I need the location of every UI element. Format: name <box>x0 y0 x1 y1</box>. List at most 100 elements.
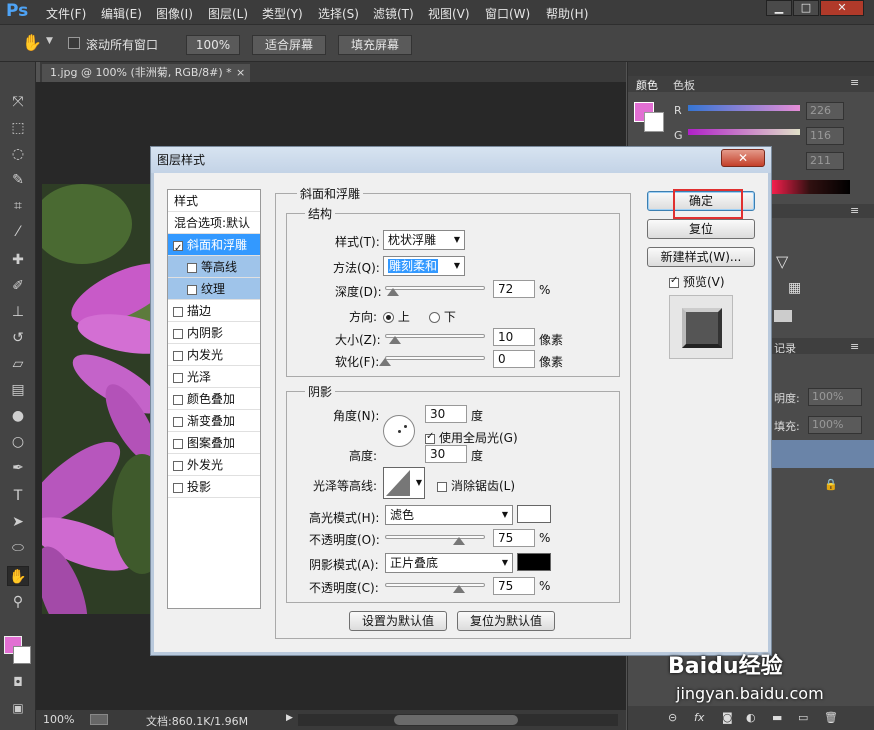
angle-dial[interactable] <box>383 415 415 447</box>
angle-input[interactable]: 30 <box>425 405 467 423</box>
zoom-tool-icon[interactable]: ⚲ <box>7 592 29 612</box>
reset-button[interactable]: 复位 <box>647 219 755 239</box>
menu-window[interactable]: 窗口(W) <box>485 5 530 22</box>
styles-header[interactable]: 样式 <box>168 190 260 212</box>
style-contour[interactable]: 等高线 <box>168 256 260 278</box>
highlight-opacity-thumb[interactable] <box>453 537 465 545</box>
tab-history[interactable]: 记录 <box>774 340 796 356</box>
shape-tool-icon[interactable]: ⬭ <box>7 538 29 558</box>
menu-layer[interactable]: 图层(L) <box>208 5 248 22</box>
technique-select[interactable]: 雕刻柔和 ▼ <box>383 256 465 276</box>
group-icon[interactable]: ▬ <box>772 711 782 724</box>
new-layer-icon[interactable]: ▭ <box>798 711 808 724</box>
set-default-button[interactable]: 设置为默认值 <box>349 611 447 631</box>
style-drop-shadow[interactable]: 投影 <box>168 476 260 498</box>
background-color-swatch[interactable] <box>13 646 31 664</box>
checkbox[interactable] <box>173 394 183 405</box>
shadow-opacity-input[interactable]: 75 <box>493 577 535 595</box>
pen-tool-icon[interactable]: ✒ <box>7 458 29 478</box>
checkbox[interactable] <box>669 275 679 288</box>
soften-slider-thumb[interactable] <box>379 358 391 366</box>
checkbox[interactable] <box>425 431 435 444</box>
menu-type[interactable]: 类型(Y) <box>262 5 303 22</box>
opacity-value[interactable]: 100% <box>808 388 862 406</box>
menu-file[interactable]: 文件(F) <box>46 5 86 22</box>
style-color-overlay[interactable]: 颜色叠加 <box>168 388 260 410</box>
eraser-tool-icon[interactable]: ▱ <box>7 354 29 374</box>
zoom-level[interactable]: 100% <box>43 713 74 726</box>
checkbox[interactable] <box>173 372 183 383</box>
altitude-input[interactable]: 30 <box>425 445 467 463</box>
anti-alias-checkbox[interactable]: 消除锯齿(L) <box>437 477 515 494</box>
highlight-color-swatch[interactable] <box>517 505 551 523</box>
panel-menu-icon[interactable]: ≡ <box>850 76 859 89</box>
status-menu-arrow-icon[interactable]: ▶ <box>286 713 293 723</box>
style-bevel-emboss[interactable]: 斜面和浮雕 <box>168 234 260 260</box>
r-slider[interactable] <box>688 105 800 111</box>
crop-tool-icon[interactable]: ⌗ <box>7 196 29 216</box>
tab-swatches[interactable]: 色板 <box>673 77 695 93</box>
size-input[interactable]: 10 <box>493 328 535 346</box>
scroll-all-checkbox[interactable] <box>68 37 80 49</box>
checkbox[interactable] <box>173 350 183 361</box>
menu-filter[interactable]: 滤镜(T) <box>373 5 414 22</box>
depth-slider-thumb[interactable] <box>387 288 399 296</box>
move-tool-icon[interactable]: ⤧ <box>7 92 29 112</box>
checkbox[interactable] <box>173 238 183 260</box>
g-slider[interactable] <box>688 129 800 135</box>
horizontal-scrollbar[interactable] <box>298 714 618 726</box>
history-brush-icon[interactable]: ↺ <box>7 328 29 348</box>
blur-tool-icon[interactable]: ● <box>7 406 29 426</box>
screen-mode-icon[interactable]: ▣ <box>7 698 29 718</box>
grid-icon[interactable]: ▦ <box>788 280 801 296</box>
preview-checkbox[interactable]: 预览(V) <box>669 273 725 290</box>
tab-color[interactable]: 颜色 <box>636 77 658 93</box>
type-tool-icon[interactable]: T <box>7 486 29 506</box>
checkbox[interactable] <box>173 328 183 339</box>
hand-tool-icon[interactable]: ✋ <box>7 566 29 586</box>
panel-menu-icon-2[interactable]: ≡ <box>850 204 859 217</box>
fill-screen-button[interactable]: 填充屏幕 <box>338 35 412 55</box>
checkbox[interactable] <box>187 284 197 295</box>
menu-edit[interactable]: 编辑(E) <box>101 5 142 22</box>
gloss-contour-picker[interactable]: ▼ <box>383 467 425 499</box>
scrollbar-thumb[interactable] <box>394 715 518 725</box>
color-ramp[interactable] <box>770 180 850 194</box>
menu-select[interactable]: 选择(S) <box>318 5 359 22</box>
shadow-opacity-thumb[interactable] <box>453 585 465 593</box>
quick-select-tool-icon[interactable]: ✎ <box>7 170 29 190</box>
document-tab[interactable]: 1.jpg @ 100% (非洲菊, RGB/8#) * × <box>42 64 250 82</box>
direction-up[interactable]: 上 <box>383 308 410 325</box>
style-gradient-overlay[interactable]: 渐变叠加 <box>168 410 260 432</box>
checkbox[interactable] <box>187 262 197 273</box>
shadow-color-swatch[interactable] <box>517 553 551 571</box>
checkbox[interactable] <box>173 460 183 471</box>
tool-preset-chevron-icon[interactable]: ▼ <box>46 36 53 46</box>
selected-layer-row[interactable] <box>768 440 874 468</box>
mask-icon[interactable]: ◙ <box>722 711 733 724</box>
menu-image[interactable]: 图像(I) <box>156 5 193 22</box>
checkbox[interactable] <box>173 416 183 427</box>
style-inner-shadow[interactable]: 内阴影 <box>168 322 260 344</box>
depth-slider[interactable] <box>385 286 485 290</box>
checkbox[interactable] <box>173 482 183 493</box>
quick-mask-icon[interactable]: ◘ <box>7 672 29 692</box>
link-layers-icon[interactable]: ⊝ <box>668 711 677 724</box>
menu-view[interactable]: 视图(V) <box>428 5 470 22</box>
stamp-tool-icon[interactable]: ⊥ <box>7 302 29 322</box>
bevel-style-select[interactable]: 枕状浮雕 ▼ <box>383 230 465 250</box>
tab-close-icon[interactable]: × <box>236 64 245 82</box>
checkbox[interactable] <box>173 438 183 449</box>
style-satin[interactable]: 光泽 <box>168 366 260 388</box>
style-inner-glow[interactable]: 内发光 <box>168 344 260 366</box>
adjustment-layer-icon[interactable]: ◐ <box>746 711 756 724</box>
r-value[interactable]: 226 <box>806 102 844 120</box>
fill-value[interactable]: 100% <box>808 416 862 434</box>
reset-default-button[interactable]: 复位为默认值 <box>457 611 555 631</box>
gradient-tool-icon[interactable]: ▤ <box>7 380 29 400</box>
soften-slider[interactable] <box>385 356 485 360</box>
fx-icon[interactable]: fx <box>694 711 704 724</box>
soften-input[interactable]: 0 <box>493 350 535 368</box>
style-outer-glow[interactable]: 外发光 <box>168 454 260 476</box>
healing-tool-icon[interactable]: ✚ <box>7 250 29 270</box>
